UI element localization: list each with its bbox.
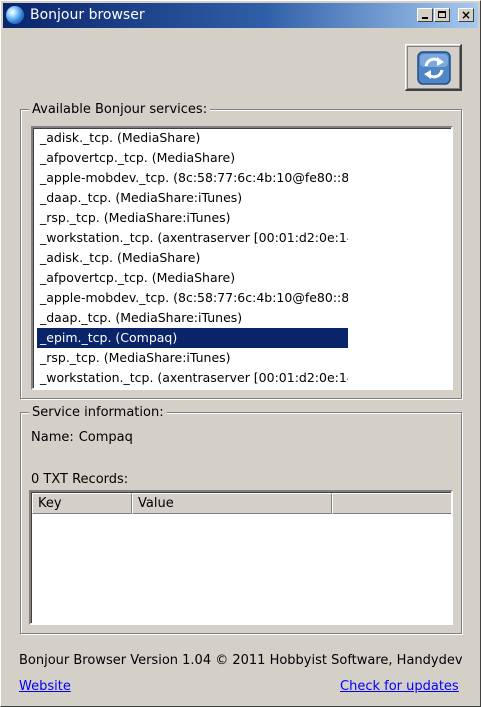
service-item[interactable]: _daap._tcp. (MediaShare:iTunes) bbox=[37, 308, 348, 328]
service-item[interactable]: _workstation._tcp. (axentraserver [00:01… bbox=[37, 368, 348, 388]
service-item[interactable]: _adisk._tcp. (MediaShare) bbox=[37, 248, 348, 268]
column-header-empty bbox=[332, 493, 451, 514]
minimize-icon bbox=[422, 17, 428, 19]
service-name-row: Name: Compaq bbox=[31, 430, 133, 445]
minimize-button[interactable] bbox=[417, 8, 433, 22]
service-name-label: Name: bbox=[31, 430, 74, 445]
service-item[interactable]: _adisk._tcp. (MediaShare) bbox=[37, 128, 348, 148]
check-updates-link[interactable]: Check for updates bbox=[340, 679, 459, 694]
services-listbox[interactable]: _adisk._tcp. (MediaShare) _afpovertcp._t… bbox=[31, 126, 453, 390]
close-button[interactable]: × bbox=[458, 8, 474, 22]
services-group: Available Bonjour services: _adisk._tcp.… bbox=[20, 102, 462, 399]
version-text: Bonjour Browser Version 1.04 © 2011 Hobb… bbox=[19, 653, 463, 668]
txt-record-count: 0 TXT Records: bbox=[31, 472, 129, 487]
service-item[interactable]: _rsp._tcp. (MediaShare:iTunes) bbox=[37, 208, 348, 228]
service-item[interactable]: _daap._tcp. (MediaShare:iTunes) bbox=[37, 188, 348, 208]
title-bar[interactable]: Bonjour browser × bbox=[3, 3, 478, 28]
website-link[interactable]: Website bbox=[19, 679, 71, 694]
refresh-icon bbox=[417, 51, 451, 85]
app-window: Bonjour browser × Available Bonjour serv… bbox=[0, 0, 481, 707]
txt-records-table[interactable]: Key Value bbox=[29, 490, 453, 625]
service-item[interactable]: _apple-mobdev._tcp. (8c:58:77:6c:4b:10@f… bbox=[37, 288, 348, 308]
service-item[interactable]: _afpovertcp._tcp. (MediaShare) bbox=[37, 268, 348, 288]
column-header-value[interactable]: Value bbox=[132, 493, 332, 514]
service-info-group: Service information: Name: Compaq 0 TXT R… bbox=[20, 405, 462, 634]
service-item[interactable]: _rsp._tcp. (MediaShare:iTunes) bbox=[37, 348, 348, 368]
window-title: Bonjour browser bbox=[30, 7, 145, 23]
refresh-button[interactable] bbox=[405, 44, 462, 91]
globe-icon bbox=[6, 6, 24, 24]
close-icon: × bbox=[460, 8, 472, 22]
service-info-title: Service information: bbox=[29, 405, 167, 420]
column-header-key[interactable]: Key bbox=[32, 493, 132, 514]
service-name-value: Compaq bbox=[78, 430, 133, 445]
service-item[interactable]: _afpovertcp._tcp. (MediaShare) bbox=[37, 148, 348, 168]
service-item[interactable]: _apple-mobdev._tcp. (8c:58:77:6c:4b:10@f… bbox=[37, 168, 348, 188]
service-item[interactable]: _workstation._tcp. (axentraserver [00:01… bbox=[37, 228, 348, 248]
service-item-selected[interactable]: _epim._tcp. (Compaq) bbox=[37, 328, 348, 348]
maximize-icon bbox=[438, 11, 446, 18]
maximize-button[interactable] bbox=[434, 8, 450, 22]
services-group-title: Available Bonjour services: bbox=[29, 102, 211, 117]
